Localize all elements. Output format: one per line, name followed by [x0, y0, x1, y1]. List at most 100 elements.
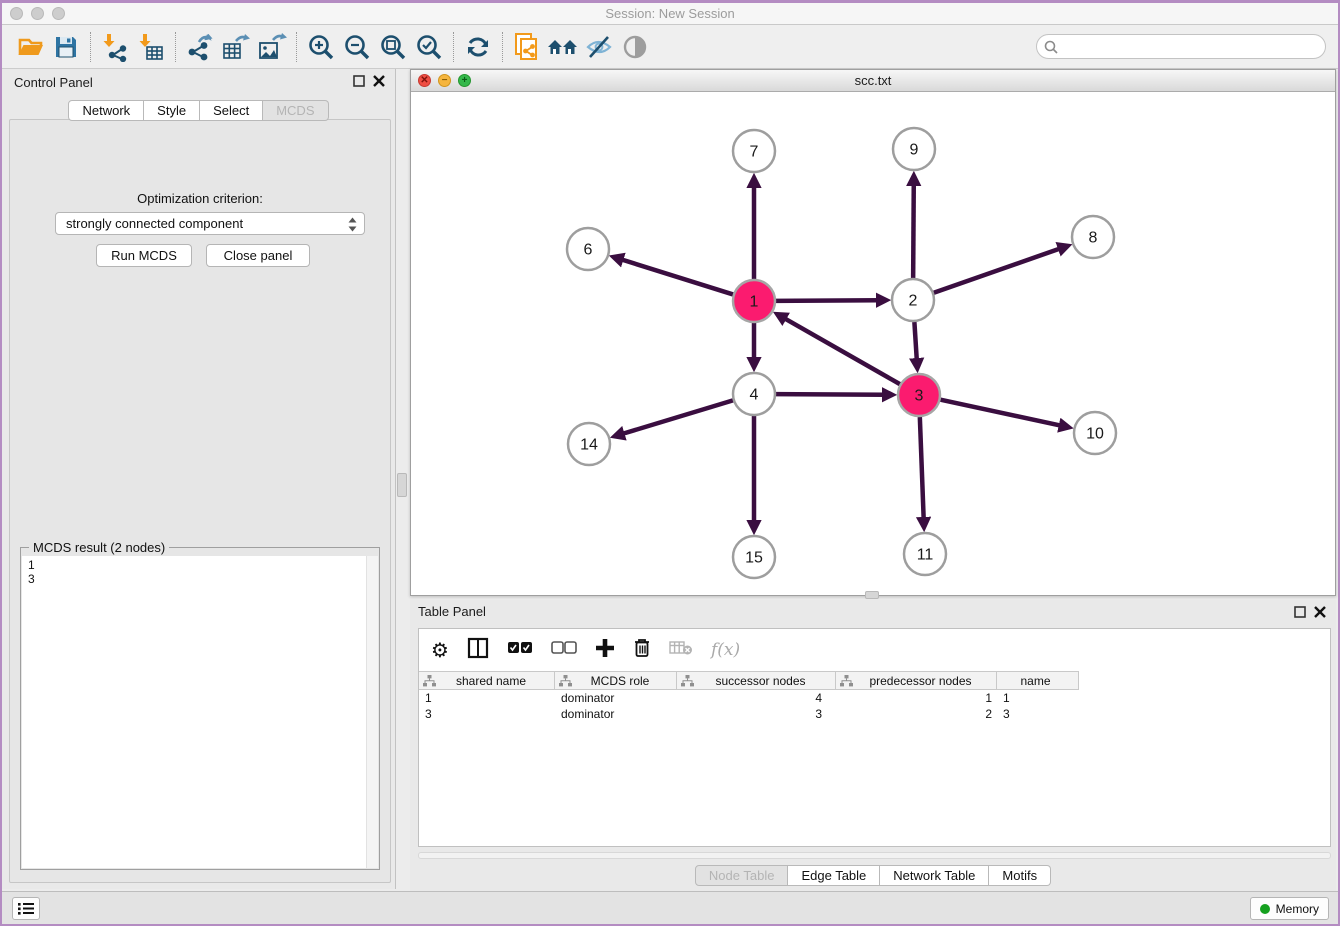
close-panel-icon[interactable] — [373, 75, 385, 87]
toolbar-separator — [502, 32, 503, 62]
table-row[interactable]: 3 dominator 3 2 3 — [419, 706, 1079, 722]
cell-predecessor-nodes[interactable]: 2 — [836, 706, 997, 722]
delete-table-icon[interactable] — [669, 640, 693, 661]
task-history-button[interactable] — [12, 897, 40, 920]
graph-node-label-2: 2 — [909, 293, 918, 310]
tab-node-table[interactable]: Node Table — [695, 865, 789, 886]
select-all-rows-icon[interactable] — [507, 641, 533, 660]
network-window-titlebar[interactable]: ✕ − + scc.txt — [411, 70, 1335, 92]
titlebar: Session: New Session — [2, 3, 1338, 25]
export-network-icon[interactable] — [182, 29, 218, 65]
network-graph[interactable]: 7968124314101511 — [411, 92, 1335, 596]
save-session-icon[interactable] — [48, 29, 84, 65]
mcds-tab-content: Optimization criterion: strongly connect… — [9, 119, 391, 883]
graph-edge-2-9[interactable] — [913, 183, 914, 278]
graph-edge-2-8[interactable] — [934, 248, 1061, 293]
tab-edge-table[interactable]: Edge Table — [788, 865, 880, 886]
graph-edge-3-11[interactable] — [920, 417, 924, 520]
cell-mcds-role[interactable]: dominator — [555, 690, 677, 706]
graph-node-label-3: 3 — [915, 388, 924, 405]
open-file-icon[interactable] — [12, 29, 48, 65]
tree-icon — [840, 675, 853, 687]
tree-icon — [423, 675, 436, 687]
memory-status-icon — [1260, 904, 1270, 914]
hide-selected-icon[interactable] — [581, 29, 617, 65]
graph-node-label-15: 15 — [745, 550, 763, 567]
table-row[interactable]: 1 dominator 4 1 1 — [419, 690, 1079, 706]
graph-edge-1-2[interactable] — [776, 300, 879, 301]
delete-row-icon[interactable] — [633, 637, 651, 663]
collapsed-splitter[interactable] — [418, 852, 1331, 859]
apply-layout-icon[interactable] — [460, 29, 496, 65]
cell-successor-nodes[interactable]: 3 — [677, 706, 836, 722]
column-header-name[interactable]: name — [997, 672, 1079, 689]
toolbar-separator — [296, 32, 297, 62]
vertical-splitter-handle[interactable] — [397, 473, 407, 497]
mcds-result-text[interactable]: 1 3 — [22, 556, 366, 868]
list-icon — [18, 902, 34, 915]
cell-name[interactable]: 3 — [997, 706, 1079, 722]
table-panel: Table Panel ⚙ f(x) shared name — [410, 600, 1336, 893]
zoom-out-icon[interactable] — [339, 29, 375, 65]
status-bar: Memory — [2, 891, 1338, 924]
cell-name[interactable]: 1 — [997, 690, 1079, 706]
float-panel-icon[interactable] — [353, 75, 365, 87]
application-window: Session: New Session — [0, 0, 1340, 926]
memory-button[interactable]: Memory — [1250, 897, 1329, 920]
session-title: Session: New Session — [2, 6, 1338, 21]
zoom-selected-icon[interactable] — [411, 29, 447, 65]
graph-edge-2-3[interactable] — [914, 322, 916, 361]
horizontal-splitter-handle[interactable] — [865, 591, 879, 599]
graph-edge-4-3[interactable] — [776, 394, 885, 395]
graph-node-label-10: 10 — [1086, 426, 1104, 443]
tab-network-table[interactable]: Network Table — [880, 865, 989, 886]
tab-network[interactable]: Network — [68, 100, 144, 121]
show-hidden-icon[interactable] — [617, 29, 653, 65]
export-image-icon[interactable] — [254, 29, 290, 65]
add-row-icon[interactable] — [595, 638, 615, 663]
cell-shared-name[interactable]: 3 — [419, 706, 555, 722]
column-header-mcds-role[interactable]: MCDS role — [555, 672, 677, 689]
graph-edge-3-10[interactable] — [941, 400, 1062, 426]
graph-node-label-8: 8 — [1089, 230, 1098, 247]
run-mcds-button[interactable]: Run MCDS — [96, 244, 192, 267]
cell-shared-name[interactable]: 1 — [419, 690, 555, 706]
column-visibility-icon[interactable] — [467, 637, 489, 664]
column-header-shared-name[interactable]: shared name — [419, 672, 555, 689]
deselect-all-rows-icon[interactable] — [551, 641, 577, 660]
close-panel-button[interactable]: Close panel — [206, 244, 310, 267]
network-canvas[interactable]: 7968124314101511 — [411, 92, 1335, 595]
result-scrollbar[interactable] — [366, 556, 378, 868]
criterion-dropdown[interactable]: strongly connected component — [55, 212, 365, 235]
import-table-icon[interactable] — [133, 29, 169, 65]
tree-icon — [681, 675, 694, 687]
tab-motifs[interactable]: Motifs — [989, 865, 1051, 886]
column-header-successor-nodes[interactable]: successor nodes — [677, 672, 836, 689]
close-table-panel-icon[interactable] — [1314, 606, 1326, 618]
graph-node-label-7: 7 — [750, 144, 759, 161]
import-network-icon[interactable] — [97, 29, 133, 65]
tab-mcds[interactable]: MCDS — [263, 100, 328, 121]
float-table-panel-icon[interactable] — [1294, 606, 1306, 618]
function-builder-icon[interactable]: f(x) — [711, 640, 740, 660]
graph-node-label-1: 1 — [750, 294, 759, 311]
export-table-icon[interactable] — [218, 29, 254, 65]
graph-edge-3-1[interactable] — [784, 318, 900, 384]
column-header-predecessor-nodes[interactable]: predecessor nodes — [836, 672, 997, 689]
search-input[interactable] — [1063, 40, 1325, 54]
cell-mcds-role[interactable]: dominator — [555, 706, 677, 722]
clone-network-icon[interactable] — [509, 29, 545, 65]
zoom-in-icon[interactable] — [303, 29, 339, 65]
graph-edge-1-6[interactable] — [620, 259, 733, 294]
tab-select[interactable]: Select — [200, 100, 263, 121]
tab-style[interactable]: Style — [144, 100, 200, 121]
zoom-fit-icon[interactable] — [375, 29, 411, 65]
graph-node-label-4: 4 — [750, 387, 759, 404]
table-settings-icon[interactable]: ⚙ — [431, 640, 449, 660]
search-field[interactable] — [1036, 34, 1326, 59]
cell-predecessor-nodes[interactable]: 1 — [836, 690, 997, 706]
network-window-title: scc.txt — [411, 73, 1335, 88]
show-all-networks-icon[interactable] — [545, 29, 581, 65]
cell-successor-nodes[interactable]: 4 — [677, 690, 836, 706]
graph-edge-4-14[interactable] — [622, 400, 733, 434]
